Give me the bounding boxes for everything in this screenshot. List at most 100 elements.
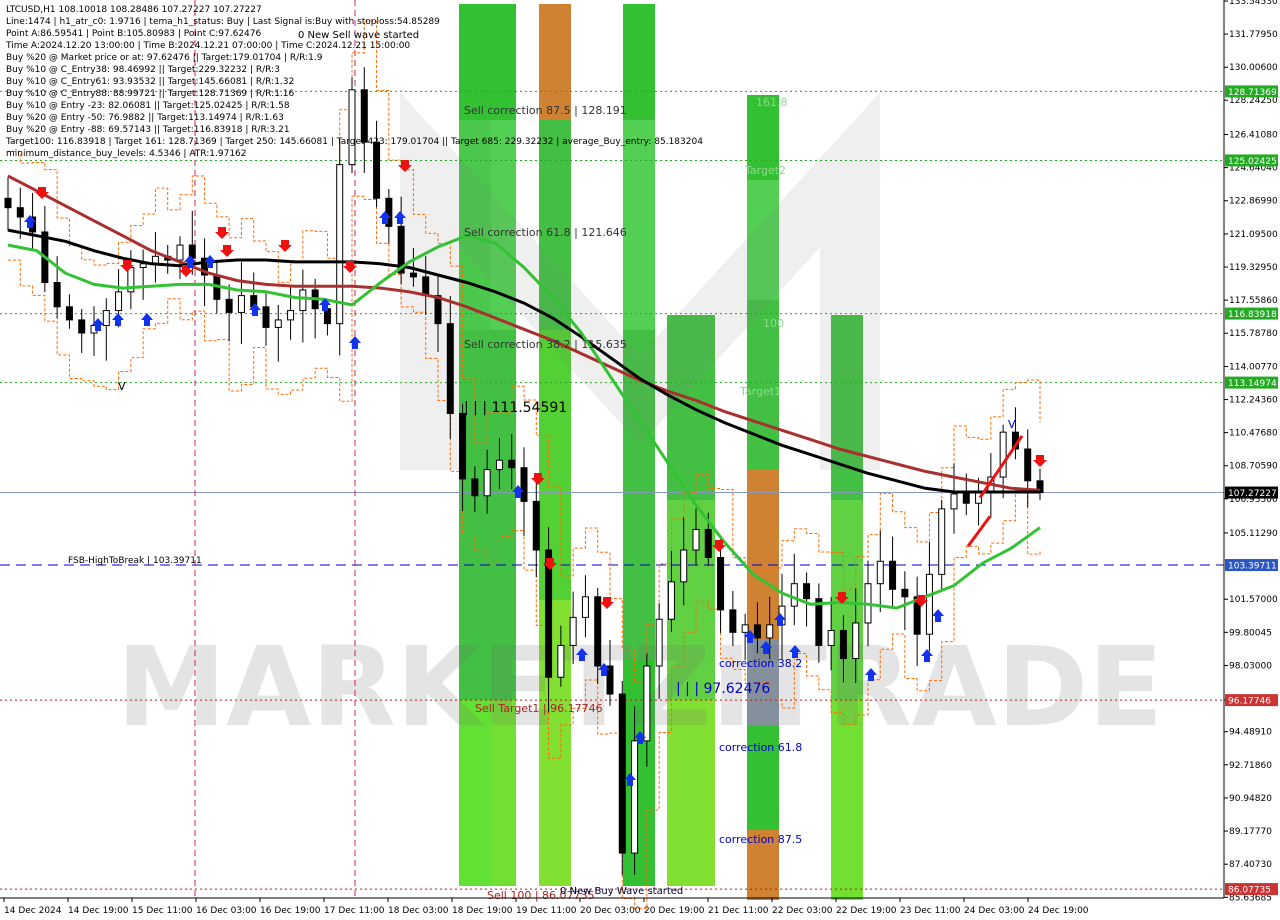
- price-tag-label: 113.14974: [1228, 379, 1277, 389]
- candle-body: [459, 412, 467, 480]
- x-tick-label: 15 Dec 11:00: [132, 906, 193, 916]
- price-tag-label: 103.39711: [1228, 562, 1277, 572]
- zone-block: [623, 120, 655, 330]
- candle-body: [692, 528, 700, 551]
- price-tag-label: 96.17746: [1228, 697, 1271, 707]
- candle-body: [938, 508, 946, 575]
- price-tag-label: 125.02425: [1228, 157, 1277, 167]
- chart-annotation: V: [118, 380, 126, 393]
- candle-body: [176, 244, 184, 261]
- y-tick-label: 89.17770: [1229, 827, 1272, 837]
- candle-body: [4, 197, 12, 209]
- sell-wave-note: 0 New Sell wave started: [298, 30, 419, 41]
- info-line: Point A:86.59541 | Point B:105.80983 | P…: [6, 29, 262, 39]
- candle-body: [753, 624, 761, 639]
- y-tick-label: 105.11290: [1229, 529, 1278, 539]
- info-line: Buy %10 @ C_Entry61: 93.93532 || Target:…: [6, 77, 294, 87]
- candle-body: [471, 478, 479, 497]
- candle-body: [815, 598, 823, 646]
- candle-body: [557, 644, 565, 678]
- candle-body: [790, 583, 798, 607]
- chart-annotation: correction 87.5: [719, 833, 802, 846]
- candle-body: [16, 207, 24, 218]
- y-tick-label: 112.24360: [1229, 396, 1278, 406]
- candle-body: [348, 89, 356, 166]
- candle-body: [667, 581, 675, 620]
- ma-mid-line: [7, 174, 1041, 492]
- y-tick-label: 99.80045: [1229, 628, 1272, 638]
- candle-body: [287, 310, 295, 321]
- info-line: Line:1474 | h1_atr_c0: 1.9716 | tema_h1_…: [6, 17, 440, 27]
- candle-body: [65, 306, 73, 321]
- y-tick-label: 119.32950: [1229, 263, 1278, 273]
- info-line: Buy %10 @ C_Entry88: 88.99721 || Target:…: [6, 89, 295, 99]
- buy-arrow-icon: [112, 313, 124, 326]
- candle-body: [483, 469, 491, 497]
- y-tick-label: 94.48910: [1229, 728, 1272, 738]
- candle-body: [115, 291, 123, 312]
- candle-body: [618, 693, 626, 854]
- y-tick-label: 90.94820: [1229, 794, 1272, 804]
- x-tick-label: 20 Dec 03:00: [580, 906, 641, 916]
- y-tick-label: 110.47680: [1229, 429, 1278, 439]
- candle-body: [360, 89, 368, 143]
- y-tick-label: 122.86990: [1229, 197, 1278, 207]
- x-tick-label: 23 Dec 11:00: [900, 906, 961, 916]
- chart-annotation: Sell Target1 | 96.17746: [475, 702, 603, 715]
- sell-arrow-icon: [1033, 455, 1047, 467]
- chart-annotation: V: [1008, 418, 1016, 431]
- x-tick-label: 14 Dec 2024: [4, 906, 62, 916]
- candle-body: [102, 310, 110, 327]
- chart-annotation: 161.8: [756, 96, 788, 109]
- y-tick-label: 133.54530: [1229, 0, 1278, 7]
- candle-body: [704, 528, 712, 559]
- y-tick-label: 108.70590: [1229, 462, 1278, 472]
- candle-body: [631, 740, 639, 854]
- candle-body: [889, 560, 897, 590]
- x-tick-label: 16 Dec 03:00: [196, 906, 257, 916]
- y-tick-label: 121.09500: [1229, 230, 1278, 240]
- chart-annotation: Sell correction 38.2 | 115.635: [464, 338, 627, 351]
- candle-body: [532, 500, 540, 551]
- x-tick-label: 24 Dec 19:00: [1028, 906, 1089, 916]
- candle-body: [594, 596, 602, 667]
- candle-body: [274, 319, 282, 328]
- x-tick-label: 24 Dec 03:00: [964, 906, 1025, 916]
- info-line: LTCUSD,H1 108.10018 108.28486 107.27227 …: [6, 5, 262, 15]
- info-line: Buy %20 @ Entry -88: 69.57143 || Target:…: [6, 125, 290, 135]
- candle-body: [999, 431, 1007, 478]
- info-line: Buy %20 @ Entry -50: 76.9882 || Target:1…: [6, 113, 284, 123]
- candle-body: [729, 609, 737, 633]
- x-tick-label: 18 Dec 19:00: [452, 906, 513, 916]
- chart-annotation: FSB-HighToBreak | 103.39711: [68, 556, 202, 566]
- candles-layer: [4, 67, 1044, 876]
- zone-block: [623, 4, 655, 120]
- sell-arrow-icon: [220, 245, 234, 257]
- candle-body: [643, 665, 651, 742]
- x-tick-label: 16 Dec 19:00: [260, 906, 321, 916]
- zone-block: [491, 4, 516, 120]
- info-line: Time A:2024.12.20 13:00:00 | Time B:2024…: [5, 41, 410, 51]
- buy-arrow-icon: [932, 609, 944, 622]
- info-line: Buy %10 @ C_Entry38: 98.46992 || Target:…: [6, 65, 280, 75]
- candle-body: [520, 467, 528, 502]
- zone-block: [539, 330, 571, 600]
- candle-body: [336, 164, 344, 325]
- candle-body: [741, 624, 749, 633]
- chart-annotation: Sell correction 61.8 | 121.646: [464, 226, 627, 239]
- y-tick-label: 131.77950: [1229, 30, 1278, 40]
- candle-body: [901, 588, 909, 598]
- x-tick-label: 17 Dec 11:00: [324, 906, 385, 916]
- candle-body: [139, 263, 147, 269]
- chart-svg: MARKETZITRADE Sell correction 87.5 | 128…: [0, 0, 1280, 920]
- chart-annotation: 100: [763, 317, 784, 330]
- price-tag-label: 128.71369: [1228, 88, 1277, 98]
- sell-arrow-icon: [215, 227, 229, 239]
- chart-annotation: | | | 97.62476: [676, 681, 770, 697]
- buy-wave-note: 0 New Buy Wave started: [560, 886, 683, 897]
- info-line: Target100: 116.83918 | Target 161: 128.7…: [5, 137, 703, 147]
- price-tag-label: 86.07735: [1228, 886, 1271, 896]
- chart-annotation: Target1: [739, 385, 781, 398]
- chart-root: MARKETZITRADE Sell correction 87.5 | 128…: [0, 0, 1280, 920]
- candle-body: [876, 560, 884, 585]
